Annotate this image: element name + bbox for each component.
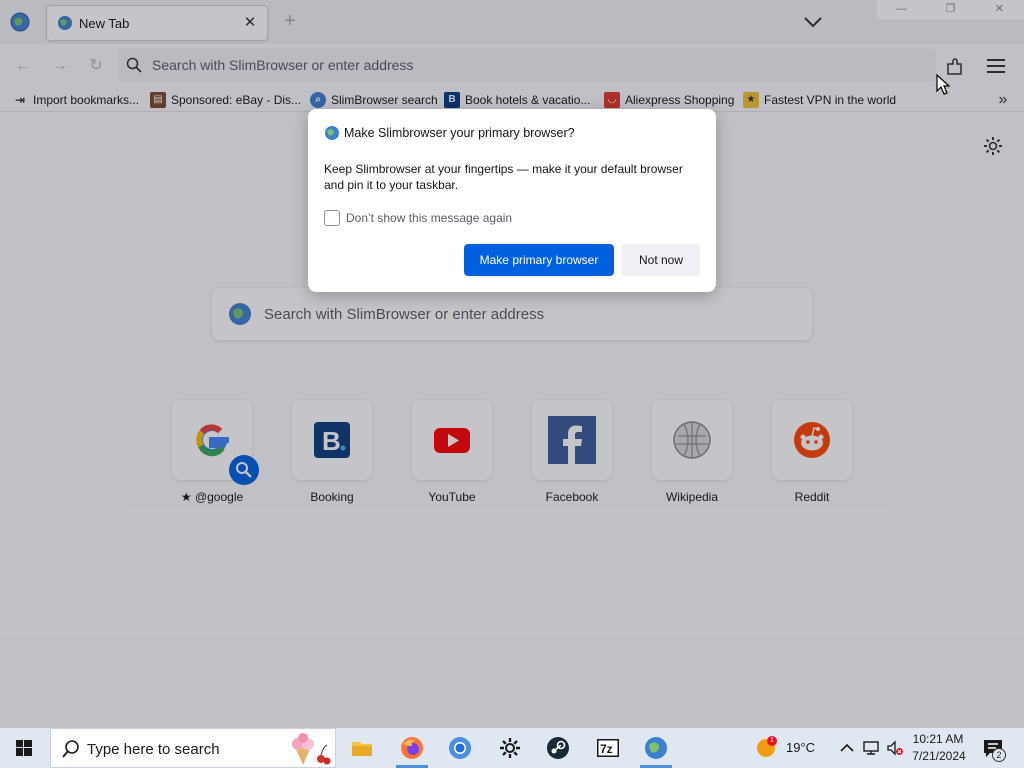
mouse-cursor-icon bbox=[936, 74, 950, 95]
taskbar-firefox[interactable] bbox=[392, 728, 432, 768]
chromium-icon bbox=[449, 737, 471, 759]
settings-icon bbox=[500, 738, 520, 758]
taskbar-settings[interactable] bbox=[490, 728, 530, 768]
default-browser-dialog: Make Slimbrowser your primary browser? K… bbox=[308, 109, 716, 292]
search-icon bbox=[62, 740, 79, 758]
weather-alert-badge: 1 bbox=[767, 736, 777, 746]
make-primary-browser-button[interactable]: Make primary browser bbox=[464, 244, 614, 276]
taskbar: 7z 1 19°C 10:21 AM 7/21/2024 2 bbox=[0, 728, 1024, 768]
steam-icon bbox=[547, 737, 569, 759]
file-explorer-icon bbox=[352, 742, 372, 756]
taskbar-chromium[interactable] bbox=[440, 728, 480, 768]
dialog-message: Keep Slimbrowser at your fingertips — ma… bbox=[324, 162, 683, 192]
weather-temperature[interactable]: 19°C bbox=[786, 740, 815, 755]
speaker-muted-icon[interactable] bbox=[886, 739, 904, 757]
taskbar-search-box[interactable] bbox=[50, 728, 336, 768]
dont-show-again-checkbox[interactable] bbox=[324, 210, 340, 226]
firefox-icon bbox=[401, 737, 423, 759]
slimbrowser-icon bbox=[645, 737, 667, 759]
taskbar-steam[interactable] bbox=[538, 728, 578, 768]
windows-start-icon[interactable] bbox=[0, 728, 48, 768]
slimbrowser-logo-icon bbox=[325, 126, 339, 140]
ice-cream-icon bbox=[292, 733, 331, 765]
7zip-icon: 7z bbox=[597, 739, 619, 757]
notification-count-badge: 2 bbox=[992, 748, 1006, 762]
clock-date[interactable]: 7/21/2024 bbox=[908, 749, 970, 763]
taskbar-7zip[interactable]: 7z bbox=[588, 728, 628, 768]
network-icon[interactable] bbox=[862, 739, 880, 757]
not-now-button[interactable]: Not now bbox=[622, 244, 700, 276]
taskbar-search-input[interactable] bbox=[87, 739, 287, 759]
taskbar-file-explorer[interactable] bbox=[342, 728, 382, 768]
taskbar-slimbrowser[interactable] bbox=[636, 728, 676, 768]
svg-text:7z: 7z bbox=[600, 742, 613, 756]
clock-time[interactable]: 10:21 AM bbox=[910, 732, 966, 746]
dialog-title: Make Slimbrowser your primary browser? bbox=[344, 126, 575, 140]
chevron-up-icon[interactable] bbox=[838, 739, 856, 757]
dont-show-again-label[interactable]: Don’t show this message again bbox=[346, 211, 512, 225]
